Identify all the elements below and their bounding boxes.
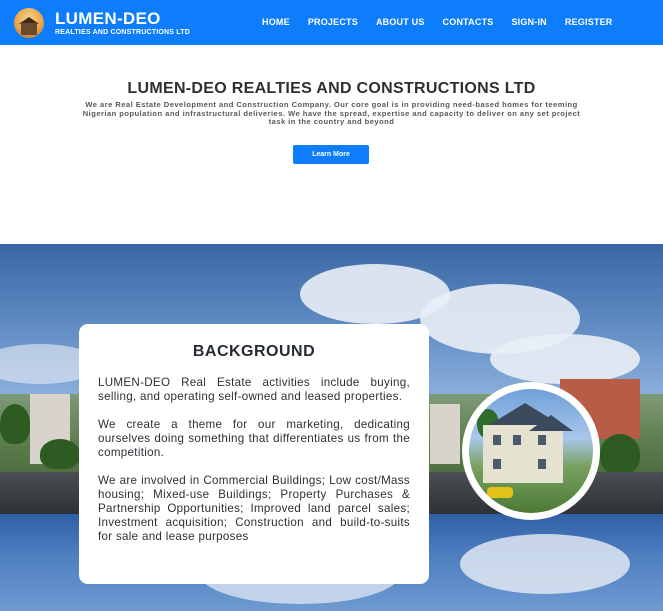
tree: [0, 404, 30, 444]
learn-more-button[interactable]: Learn More: [293, 145, 369, 164]
hero-description: We are Real Estate Development and Const…: [82, 100, 581, 127]
car: [487, 487, 513, 498]
brand-subtitle: REALTIES AND CONSTRUCTIONS LTD: [55, 29, 190, 36]
cloud: [490, 334, 640, 384]
house-photo: [462, 382, 600, 520]
nav-link-contacts[interactable]: CONTACTS: [443, 17, 494, 27]
hero-section: LUMEN-DEO REALTIES AND CONSTRUCTIONS LTD…: [0, 45, 663, 244]
background-paragraph: LUMEN-DEO Real Estate activities include…: [98, 376, 410, 403]
house: [483, 425, 563, 483]
background-paragraph: We create a theme for our marketing, ded…: [98, 418, 410, 459]
window: [538, 459, 546, 469]
background-body: LUMEN-DEO Real Estate activities include…: [98, 376, 410, 558]
nav-link-register[interactable]: REGISTER: [565, 17, 613, 27]
building: [430, 404, 460, 464]
tree: [600, 434, 640, 474]
house-roof: [529, 415, 573, 431]
nav-link-home[interactable]: HOME: [262, 17, 290, 27]
background-card: BACKGROUND LUMEN-DEO Real Estate activit…: [79, 324, 429, 584]
background-image-edge: [640, 244, 663, 611]
building-logo-icon[interactable]: [14, 8, 44, 38]
window: [493, 435, 501, 445]
sky: [640, 514, 663, 611]
hero-title: LUMEN-DEO REALTIES AND CONSTRUCTIONS LTD: [127, 80, 536, 97]
background-paragraph: We are involved in Commercial Buildings;…: [98, 474, 410, 543]
window: [493, 459, 501, 469]
window: [538, 435, 546, 445]
nav-link-sign-in[interactable]: SIGN-IN: [511, 17, 546, 27]
sky: [640, 244, 663, 404]
nav-link-about-us[interactable]: ABOUT US: [376, 17, 425, 27]
tree: [40, 439, 80, 469]
road: [640, 472, 663, 514]
brand-title[interactable]: LUMEN-DEO: [55, 9, 161, 29]
background-title: BACKGROUND: [192, 343, 316, 360]
main-nav: HOME PROJECTS ABOUT US CONTACTS SIGN-IN …: [262, 17, 631, 27]
house-image: [469, 389, 593, 513]
navbar: LUMEN-DEO REALTIES AND CONSTRUCTIONS LTD…: [0, 0, 663, 45]
background-section: BACKGROUND LUMEN-DEO Real Estate activit…: [0, 244, 663, 611]
window: [513, 435, 521, 445]
logo-building: [21, 23, 37, 35]
cloud: [460, 534, 630, 594]
nav-link-projects[interactable]: PROJECTS: [308, 17, 358, 27]
